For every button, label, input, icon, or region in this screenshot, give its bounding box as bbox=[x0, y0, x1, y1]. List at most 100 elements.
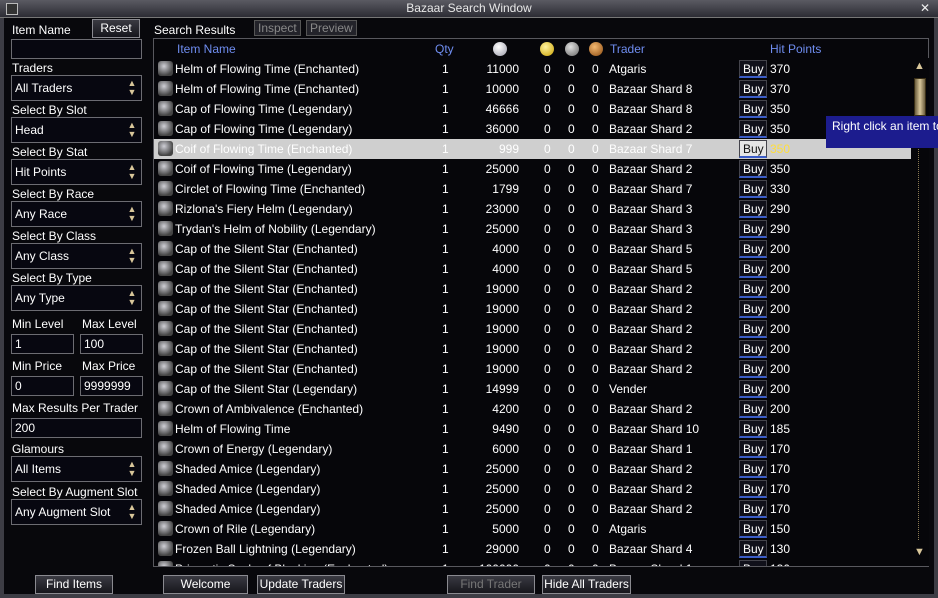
max-results-input[interactable]: 200 bbox=[11, 418, 142, 438]
trader-cell: Bazaar Shard 2 bbox=[609, 282, 693, 296]
price-cell: 19000 bbox=[485, 322, 519, 336]
buy-button[interactable]: Buy bbox=[739, 480, 767, 498]
buy-button[interactable]: Buy bbox=[739, 340, 767, 358]
col-hit-points[interactable]: Hit Points bbox=[770, 42, 821, 56]
item-icon bbox=[158, 481, 173, 496]
buy-button[interactable]: Buy bbox=[739, 240, 767, 258]
update-traders-button[interactable]: Update Traders bbox=[257, 575, 345, 594]
item-name-input[interactable] bbox=[11, 39, 142, 59]
scroll-up-icon[interactable]: ▲ bbox=[914, 60, 925, 72]
table-row[interactable]: Cap of the Silent Star (Enchanted) 1 19000… bbox=[154, 279, 914, 299]
table-row[interactable]: Shaded Amice (Legendary) 1 25000 0 0 0 Bazaar … bbox=[154, 459, 914, 479]
buy-button[interactable]: Buy bbox=[739, 460, 767, 478]
min-price-input[interactable]: 0 bbox=[11, 376, 74, 396]
table-row[interactable]: Helm of Flowing Time 1 9490 0 0 0 Bazaar Shard… bbox=[154, 419, 914, 439]
col-trader[interactable]: Trader bbox=[610, 42, 645, 56]
table-row[interactable]: Coif of Flowing Time (Enchanted) 1 999 0 0 0 B… bbox=[154, 139, 914, 159]
buy-button[interactable]: Buy bbox=[739, 120, 767, 138]
table-row[interactable]: Shaded Amice (Legendary) 1 25000 0 0 0 Bazaar … bbox=[154, 499, 914, 519]
augment-select[interactable]: Any Augment Slot ▲ ▼ bbox=[11, 499, 142, 525]
table-row[interactable]: Crown of Ambivalence (Enchanted) 1 4200 0 0 0… bbox=[154, 399, 914, 419]
table-row[interactable]: Trydan's Helm of Nobility (Legendary) 1 25… bbox=[154, 219, 914, 239]
buy-button[interactable]: Buy bbox=[739, 280, 767, 298]
table-row[interactable]: Cap of the Silent Star (Enchanted) 1 19000… bbox=[154, 359, 914, 379]
buy-button[interactable]: Buy bbox=[739, 520, 767, 538]
class-select[interactable]: Any Class ▲ ▼ bbox=[11, 243, 142, 269]
buy-button[interactable]: Buy bbox=[739, 180, 767, 198]
scroll-track[interactable] bbox=[918, 80, 922, 540]
buy-button[interactable]: Buy bbox=[739, 440, 767, 458]
buy-button[interactable]: Buy bbox=[739, 100, 767, 118]
buy-button[interactable]: Buy bbox=[739, 500, 767, 518]
buy-button[interactable]: Buy bbox=[739, 560, 767, 566]
table-row[interactable]: Prismatic Scale of Blocking (Enchanted) 1… bbox=[154, 559, 914, 566]
trader-cell: Bazaar Shard 2 bbox=[609, 322, 693, 336]
silver-cell: 0 bbox=[568, 162, 575, 176]
buy-button[interactable]: Buy bbox=[739, 140, 767, 158]
table-row[interactable]: Cap of the Silent Star (Enchanted) 1 19000… bbox=[154, 299, 914, 319]
welcome-button[interactable]: Welcome bbox=[163, 575, 248, 594]
table-row[interactable]: Helm of Flowing Time (Enchanted) 1 11000 0 0… bbox=[154, 59, 914, 79]
buy-button[interactable]: Buy bbox=[739, 160, 767, 178]
table-row[interactable]: Cap of the Silent Star (Enchanted) 1 19000… bbox=[154, 339, 914, 359]
qty-cell: 1 bbox=[442, 102, 449, 116]
item-icon bbox=[158, 381, 173, 396]
buy-button[interactable]: Buy bbox=[739, 220, 767, 238]
buy-button[interactable]: Buy bbox=[739, 320, 767, 338]
type-select[interactable]: Any Type ▲ ▼ bbox=[11, 285, 142, 311]
buy-button[interactable]: Buy bbox=[739, 300, 767, 318]
race-select[interactable]: Any Race ▲ ▼ bbox=[11, 201, 142, 227]
max-level-input[interactable]: 100 bbox=[80, 334, 143, 354]
scroll-down-icon[interactable]: ▼ bbox=[914, 546, 925, 558]
table-row[interactable]: Shaded Amice (Legendary) 1 25000 0 0 0 Bazaar … bbox=[154, 479, 914, 499]
tab-inspect[interactable]: Inspect bbox=[254, 20, 301, 36]
buy-button[interactable]: Buy bbox=[739, 540, 767, 558]
table-row[interactable]: Cap of the Silent Star (Enchanted) 1 19000… bbox=[154, 319, 914, 339]
stat-select[interactable]: Hit Points ▲ ▼ bbox=[11, 159, 142, 185]
platinum-coin-icon[interactable] bbox=[493, 42, 507, 56]
table-row[interactable]: Cap of the Silent Star (Enchanted) 1 4000 0… bbox=[154, 259, 914, 279]
table-row[interactable]: Cap of the Silent Star (Enchanted) 1 4000 0… bbox=[154, 239, 914, 259]
gold-coin-icon[interactable] bbox=[540, 42, 554, 56]
copper-coin-icon[interactable] bbox=[589, 42, 603, 56]
window-menu-icon[interactable] bbox=[6, 3, 18, 15]
table-row[interactable]: Cap of Flowing Time (Legendary) 1 46666 0 0 0… bbox=[154, 99, 914, 119]
silver-coin-icon[interactable] bbox=[565, 42, 579, 56]
gold-cell: 0 bbox=[544, 142, 551, 156]
buy-button[interactable]: Buy bbox=[739, 60, 767, 78]
glamours-select[interactable]: All Items ▲ ▼ bbox=[11, 456, 142, 482]
table-row[interactable]: Coif of Flowing Time (Legendary) 1 25000 0 0… bbox=[154, 159, 914, 179]
table-row[interactable]: Helm of Flowing Time (Enchanted) 1 10000 0 0… bbox=[154, 79, 914, 99]
reset-button[interactable]: Reset bbox=[92, 19, 140, 38]
table-row[interactable]: Cap of the Silent Star (Legendary) 1 14999… bbox=[154, 379, 914, 399]
find-trader-button[interactable]: Find Trader bbox=[447, 575, 535, 594]
table-row[interactable]: Crown of Energy (Legendary) 1 6000 0 0 0 Bazaa… bbox=[154, 439, 914, 459]
max-price-input[interactable]: 9999999 bbox=[80, 376, 143, 396]
scroll-thumb[interactable] bbox=[914, 78, 926, 116]
item-icon bbox=[158, 261, 173, 276]
buy-button[interactable]: Buy bbox=[739, 260, 767, 278]
table-row[interactable]: Circlet of Flowing Time (Enchanted) 1 1799… bbox=[154, 179, 914, 199]
buy-button[interactable]: Buy bbox=[739, 200, 767, 218]
buy-button[interactable]: Buy bbox=[739, 360, 767, 378]
hide-all-traders-button[interactable]: Hide All Traders bbox=[542, 575, 631, 594]
table-row[interactable]: Cap of Flowing Time (Legendary) 1 36000 0 0 0… bbox=[154, 119, 914, 139]
close-icon[interactable]: ✕ bbox=[918, 2, 932, 16]
buy-button[interactable]: Buy bbox=[739, 400, 767, 418]
copper-cell: 0 bbox=[592, 502, 599, 516]
col-item-name[interactable]: Item Name bbox=[177, 42, 236, 56]
buy-button[interactable]: Buy bbox=[739, 420, 767, 438]
slot-select[interactable]: Head ▲ ▼ bbox=[11, 117, 142, 143]
table-row[interactable]: Crown of Rile (Legendary) 1 5000 0 0 0 Atgaris… bbox=[154, 519, 914, 539]
gold-cell: 0 bbox=[544, 482, 551, 496]
col-qty[interactable]: Qty bbox=[435, 42, 454, 56]
buy-button[interactable]: Buy bbox=[739, 80, 767, 98]
silver-cell: 0 bbox=[568, 302, 575, 316]
table-row[interactable]: Frozen Ball Lightning (Legendary) 1 29000 0… bbox=[154, 539, 914, 559]
tab-preview[interactable]: Preview bbox=[306, 20, 357, 36]
traders-select[interactable]: All Traders ▲ ▼ bbox=[11, 75, 142, 101]
find-items-button[interactable]: Find Items bbox=[35, 575, 113, 594]
table-row[interactable]: Rizlona's Fiery Helm (Legendary) 1 23000 0 0… bbox=[154, 199, 914, 219]
buy-button[interactable]: Buy bbox=[739, 380, 767, 398]
min-level-input[interactable]: 1 bbox=[11, 334, 74, 354]
